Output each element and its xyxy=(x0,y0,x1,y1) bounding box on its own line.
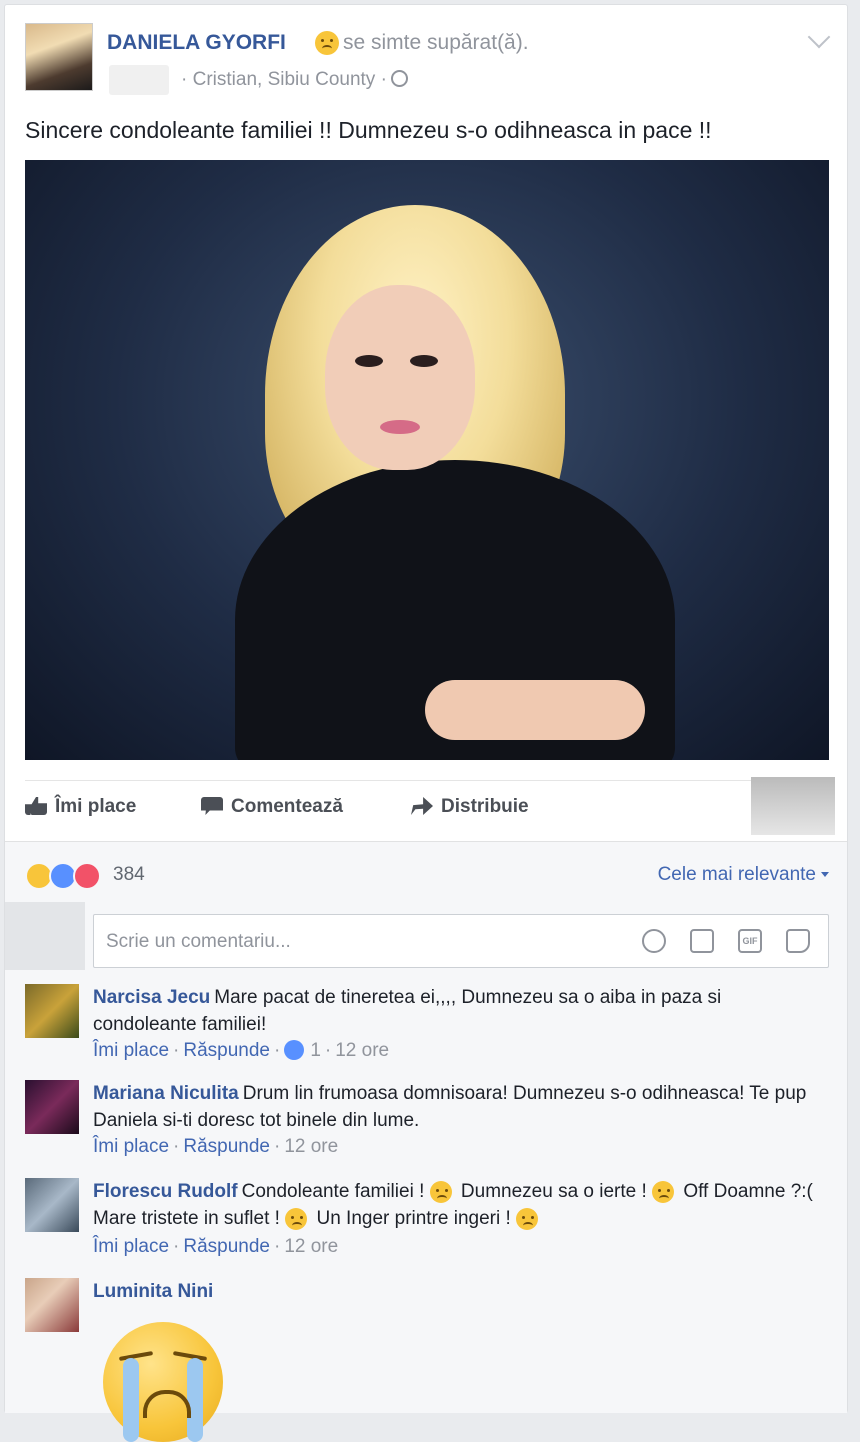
comment-like-link[interactable]: Îmi place xyxy=(93,1136,169,1157)
photo-eye-right xyxy=(410,355,438,367)
comment-label: Comentează xyxy=(231,796,343,817)
comment-body: Luminita Nini xyxy=(93,1278,827,1305)
comment-item: Narcisa Jecu Mare pacat de tineretea ei,,… xyxy=(25,984,827,1074)
post-actions-bar: Îmi place Comentează Distribuie xyxy=(25,777,835,836)
photo-face xyxy=(325,285,475,470)
comment-text-part: Un Inger printre ingeri ! xyxy=(316,1208,511,1229)
comment-reply-link[interactable]: Răspunde xyxy=(183,1040,270,1061)
gif-icon[interactable]: GIF xyxy=(738,929,762,953)
comment-icon xyxy=(201,797,223,815)
sad-emoji-icon xyxy=(652,1180,675,1203)
comment-actions: Îmi place · Răspunde · 1 · 12 ore xyxy=(93,1040,390,1061)
commenter-avatar[interactable] xyxy=(25,1080,79,1134)
photo-lips xyxy=(380,420,420,434)
comment-time[interactable]: 12 ore xyxy=(284,1236,338,1257)
like-badge-icon xyxy=(284,1040,305,1060)
author-name[interactable]: DANIELA GYORFI xyxy=(107,31,286,55)
share-button[interactable]: Distribuie xyxy=(411,796,529,818)
feeling-label: se simte supărat(ă). xyxy=(343,31,529,54)
sad-emoji-icon xyxy=(429,1180,452,1203)
comment-button[interactable]: Comentează xyxy=(201,796,343,818)
comment-reply-link[interactable]: Răspunde xyxy=(183,1236,270,1257)
feeling-text: se simte supărat(ă). xyxy=(315,31,529,56)
post-meta: · Cristian, Sibiu County · xyxy=(181,69,408,91)
commenter-name[interactable]: Mariana Niculita xyxy=(93,1083,239,1104)
commenter-avatar[interactable] xyxy=(25,1178,79,1232)
feedback-section: 384 Cele mai relevante GIF Narcisa JecuM… xyxy=(5,841,847,1442)
comment-composer: GIF xyxy=(93,914,829,969)
photo-arm xyxy=(425,680,645,740)
comment-item: Mariana Niculita Drum lin frumoasa domnis… xyxy=(25,1080,827,1170)
photo-eye-left xyxy=(355,355,383,367)
thumbs-up-icon xyxy=(25,797,47,815)
share-icon xyxy=(411,797,433,815)
crying-sticker-icon xyxy=(103,1322,223,1442)
comment-body: Mariana Niculita Drum lin frumoasa domnis… xyxy=(93,1080,827,1134)
comment-text-part: Condoleante familiei ! xyxy=(241,1181,425,1202)
commenter-name[interactable]: Florescu Rudolf xyxy=(93,1181,238,1202)
reaction-count: 384 xyxy=(113,864,145,885)
emoji-picker-icon[interactable] xyxy=(642,929,666,953)
post-text: Sincere condoleante familiei !! Dumnezeu… xyxy=(25,117,712,143)
comment-like-link[interactable]: Îmi place xyxy=(93,1040,169,1061)
commenter-name[interactable]: Luminita Nini xyxy=(93,1281,213,1302)
current-user-avatar xyxy=(5,902,85,970)
comment-body: Narcisa Jecu Mare pacat de tineretea ei,,… xyxy=(93,984,827,1038)
comment-reply-link[interactable]: Răspunde xyxy=(183,1136,270,1157)
commenter-avatar[interactable] xyxy=(25,984,79,1038)
comment-text-part: Dumnezeu sa o ierte ! xyxy=(460,1181,647,1202)
comment-actions: Îmi place · Răspunde · 12 ore xyxy=(93,1136,339,1157)
author-avatar[interactable] xyxy=(25,23,93,91)
like-label: Îmi place xyxy=(55,796,137,817)
blurred-timestamp xyxy=(109,65,169,95)
like-button[interactable]: Îmi place xyxy=(25,796,136,818)
share-label: Distribuie xyxy=(441,796,529,817)
sticker-icon[interactable] xyxy=(786,929,810,953)
camera-icon[interactable] xyxy=(690,929,714,953)
comment-like-link[interactable]: Îmi place xyxy=(93,1236,169,1257)
sad-emoji-icon xyxy=(315,31,339,56)
post-photo[interactable] xyxy=(25,160,829,760)
comment-time[interactable]: 12 ore xyxy=(284,1136,338,1157)
commenter-name[interactable]: Narcisa Jecu xyxy=(93,987,210,1008)
sad-emoji-icon xyxy=(516,1207,539,1230)
comment-body: Florescu Rudolf Condoleante familiei ! Du… xyxy=(93,1178,827,1232)
comment-actions: Îmi place · Răspunde · 12 ore xyxy=(93,1236,339,1257)
globe-icon xyxy=(390,70,408,87)
comment-input[interactable] xyxy=(104,915,608,969)
blurred-thumbnail xyxy=(751,777,835,835)
sort-dropdown[interactable]: Cele mai relevante xyxy=(658,864,829,886)
comment-like-count[interactable]: 1 xyxy=(310,1040,321,1061)
comment-item: Florescu Rudolf Condoleante familiei ! Du… xyxy=(25,1178,827,1270)
chevron-down-icon[interactable] xyxy=(807,25,831,49)
love-reaction-icon xyxy=(73,862,101,890)
comment-time[interactable]: 12 ore xyxy=(335,1040,389,1061)
post-header: DANIELA GYORFI se simte supărat(ă). · Cr… xyxy=(25,23,831,103)
location-label[interactable]: · Cristian, Sibiu County · xyxy=(181,69,387,90)
sad-emoji-icon xyxy=(285,1207,308,1230)
post-card: DANIELA GYORFI se simte supărat(ă). · Cr… xyxy=(4,4,848,1442)
commenter-avatar[interactable] xyxy=(25,1278,79,1332)
